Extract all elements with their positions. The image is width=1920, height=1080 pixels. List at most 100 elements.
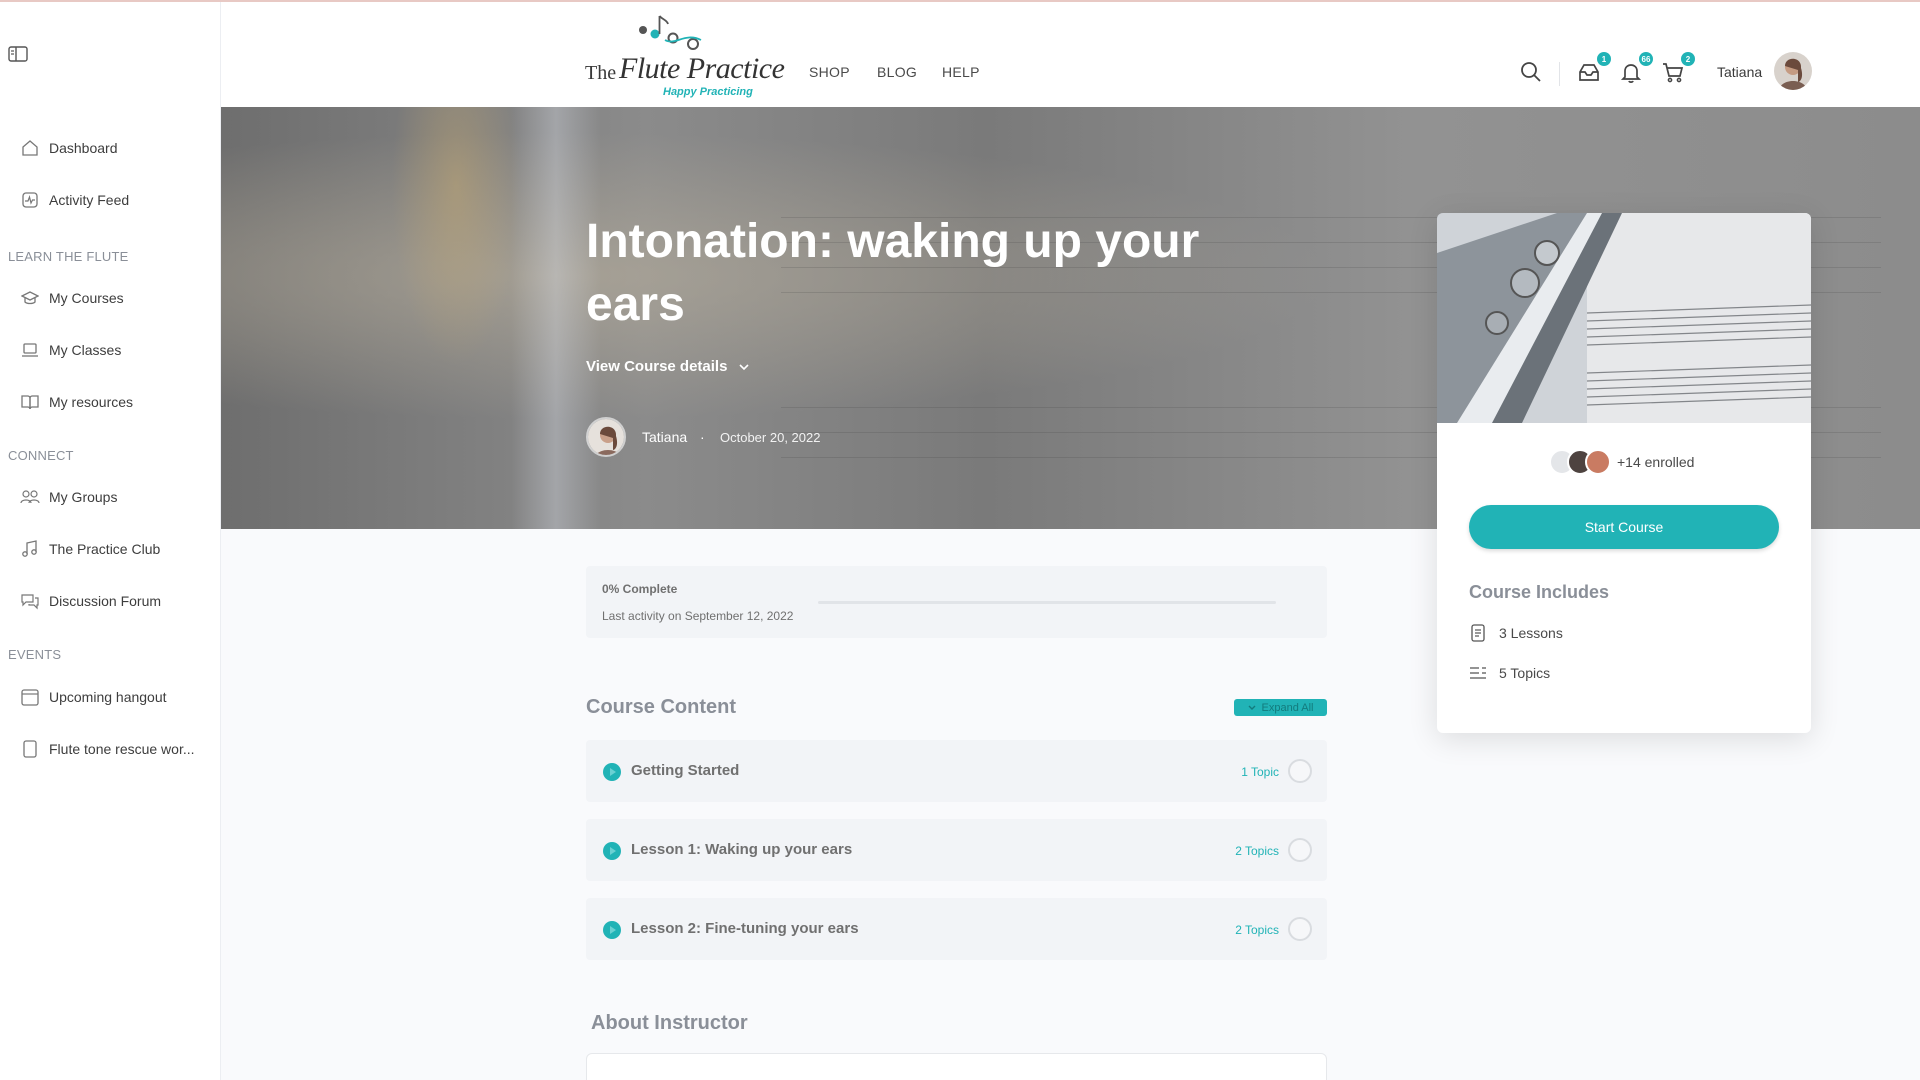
sidebar-item-label: Discussion Forum <box>49 593 162 609</box>
chevron-down-icon <box>739 363 750 370</box>
music-note-icon <box>20 539 40 559</box>
chat-icon <box>20 591 40 611</box>
view-course-details-link[interactable]: View Course details <box>586 358 750 375</box>
about-instructor-title: About Instructor <box>591 1012 748 1034</box>
course-thumbnail-illustration <box>1437 213 1811 423</box>
sidebar-section-events: EVENTS <box>8 647 62 662</box>
lesson-row[interactable]: Lesson 2: Fine-tuning your ears 2 Topics <box>586 898 1327 960</box>
sidebar-item-label: My resources <box>49 394 134 410</box>
logo-tagline: Happy Practicing <box>663 86 753 98</box>
lesson-topic-count[interactable]: 2 Topics <box>1235 844 1279 858</box>
course-date: October 20, 2022 <box>720 430 821 445</box>
top-header: The Flute Practice Happy Practicing SHOP… <box>221 2 1920 107</box>
meta-separator: · <box>700 429 705 445</box>
sidebar-item-label: The Practice Club <box>49 541 161 557</box>
document-icon <box>1469 624 1487 642</box>
sidebar-toggle-icon[interactable] <box>8 46 28 62</box>
laptop-icon <box>20 340 40 360</box>
lesson-row[interactable]: Lesson 1: Waking up your ears 2 Topics <box>586 819 1327 881</box>
includes-lessons-label: 3 Lessons <box>1499 625 1563 641</box>
messages-badge: 1 <box>1597 52 1611 66</box>
progress-percent-label: 0% Complete <box>602 582 678 596</box>
sidebar-item-dashboard[interactable]: Dashboard <box>20 133 118 163</box>
lesson-title[interactable]: Getting Started <box>631 762 739 779</box>
activity-icon <box>20 190 40 210</box>
course-thumbnail <box>1437 213 1811 423</box>
sidebar-item-label: Dashboard <box>49 140 118 156</box>
lesson-row[interactable]: Getting Started 1 Topic <box>586 740 1327 802</box>
nav-shop[interactable]: SHOP <box>809 64 850 80</box>
enrolled-avatar <box>1585 449 1611 475</box>
sidebar-item-my-resources[interactable]: My resources <box>20 387 133 417</box>
includes-topics: 5 Topics <box>1469 664 1550 682</box>
includes-topics-label: 5 Topics <box>1499 665 1551 681</box>
sidebar-item-label: My Classes <box>49 342 122 358</box>
play-icon <box>603 763 621 781</box>
course-side-card: +14 enrolled Start Course Course Include… <box>1437 213 1811 733</box>
play-icon <box>603 842 621 860</box>
calendar-icon <box>20 687 40 707</box>
lesson-status-circle-icon <box>1288 917 1312 941</box>
view-course-details-label: View Course details <box>586 358 728 375</box>
lesson-status-circle-icon <box>1288 838 1312 862</box>
expand-all-label: Expand All <box>1261 701 1314 714</box>
book-icon <box>20 392 40 412</box>
sidebar-item-label: Upcoming hangout <box>49 689 167 705</box>
sidebar-item-my-groups[interactable]: My Groups <box>20 482 117 512</box>
expand-all-button[interactable]: Expand All <box>1234 699 1327 716</box>
nav-help[interactable]: HELP <box>942 64 980 80</box>
lesson-topic-count[interactable]: 2 Topics <box>1235 923 1279 937</box>
course-title: Intonation: waking up your ears <box>586 215 1200 331</box>
messages-icon[interactable]: 1 <box>1577 52 1611 86</box>
sidebar-section-learn: LEARN THE FLUTE <box>8 249 129 264</box>
cart-icon[interactable]: 2 <box>1661 52 1695 86</box>
progress-bar <box>818 601 1276 604</box>
notifications-bell-icon[interactable]: 66 <box>1619 52 1653 86</box>
includes-lessons: 3 Lessons <box>1469 624 1563 642</box>
lesson-status-circle-icon <box>1288 759 1312 783</box>
course-content-title: Course Content <box>586 696 736 718</box>
user-avatar[interactable] <box>1774 52 1812 90</box>
site-logo[interactable]: The Flute Practice Happy Practicing <box>585 12 785 100</box>
enrolled-count: +14 enrolled <box>1549 447 1694 477</box>
sidebar-item-label: My Courses <box>49 290 124 306</box>
user-name[interactable]: Tatiana <box>1717 64 1762 80</box>
enrolled-label: +14 enrolled <box>1617 454 1695 470</box>
sidebar-item-flute-tone-rescue[interactable]: Flute tone rescue wor... <box>20 734 195 764</box>
users-icon <box>20 487 40 507</box>
sidebar-item-my-classes[interactable]: My Classes <box>20 335 121 365</box>
author-name[interactable]: Tatiana <box>642 429 687 445</box>
play-icon <box>603 921 621 939</box>
notifications-badge: 66 <box>1639 52 1653 66</box>
lesson-topic-count[interactable]: 1 Topic <box>1241 765 1279 779</box>
sidebar-item-practice-club[interactable]: The Practice Club <box>20 534 160 564</box>
sidebar-item-label: Flute tone rescue wor... <box>49 741 195 757</box>
sidebar: Dashboard Activity Feed LEARN THE FLUTE … <box>0 2 221 1080</box>
sidebar-section-connect: CONNECT <box>8 448 74 463</box>
header-divider <box>1559 62 1560 86</box>
page-icon <box>20 739 40 759</box>
logo-the: The <box>585 62 617 84</box>
author-avatar[interactable] <box>586 417 626 457</box>
lesson-title[interactable]: Lesson 1: Waking up your ears <box>631 841 852 858</box>
search-icon[interactable] <box>1519 60 1545 86</box>
graduation-cap-icon <box>20 288 40 308</box>
list-icon <box>1469 664 1487 682</box>
home-icon <box>20 138 40 158</box>
last-activity: Last activity on September 12, 2022 <box>602 609 794 623</box>
sidebar-item-my-courses[interactable]: My Courses <box>20 283 124 313</box>
chevron-down-icon <box>1248 705 1255 710</box>
sidebar-item-label: Activity Feed <box>49 192 130 208</box>
cart-badge: 2 <box>1681 52 1695 66</box>
sidebar-item-label: My Groups <box>49 489 118 505</box>
sidebar-item-upcoming-hangout[interactable]: Upcoming hangout <box>20 682 167 712</box>
nav-blog[interactable]: BLOG <box>877 64 917 80</box>
instructor-card <box>586 1053 1327 1080</box>
lesson-title[interactable]: Lesson 2: Fine-tuning your ears <box>631 920 859 937</box>
sidebar-item-activity-feed[interactable]: Activity Feed <box>20 185 129 215</box>
logo-name: Flute Practice <box>619 52 785 85</box>
course-progress: 0% Complete Last activity on September 1… <box>586 566 1327 638</box>
start-course-button[interactable]: Start Course <box>1469 505 1779 549</box>
course-includes-title: Course Includes <box>1469 582 1610 602</box>
sidebar-item-discussion-forum[interactable]: Discussion Forum <box>20 586 161 616</box>
